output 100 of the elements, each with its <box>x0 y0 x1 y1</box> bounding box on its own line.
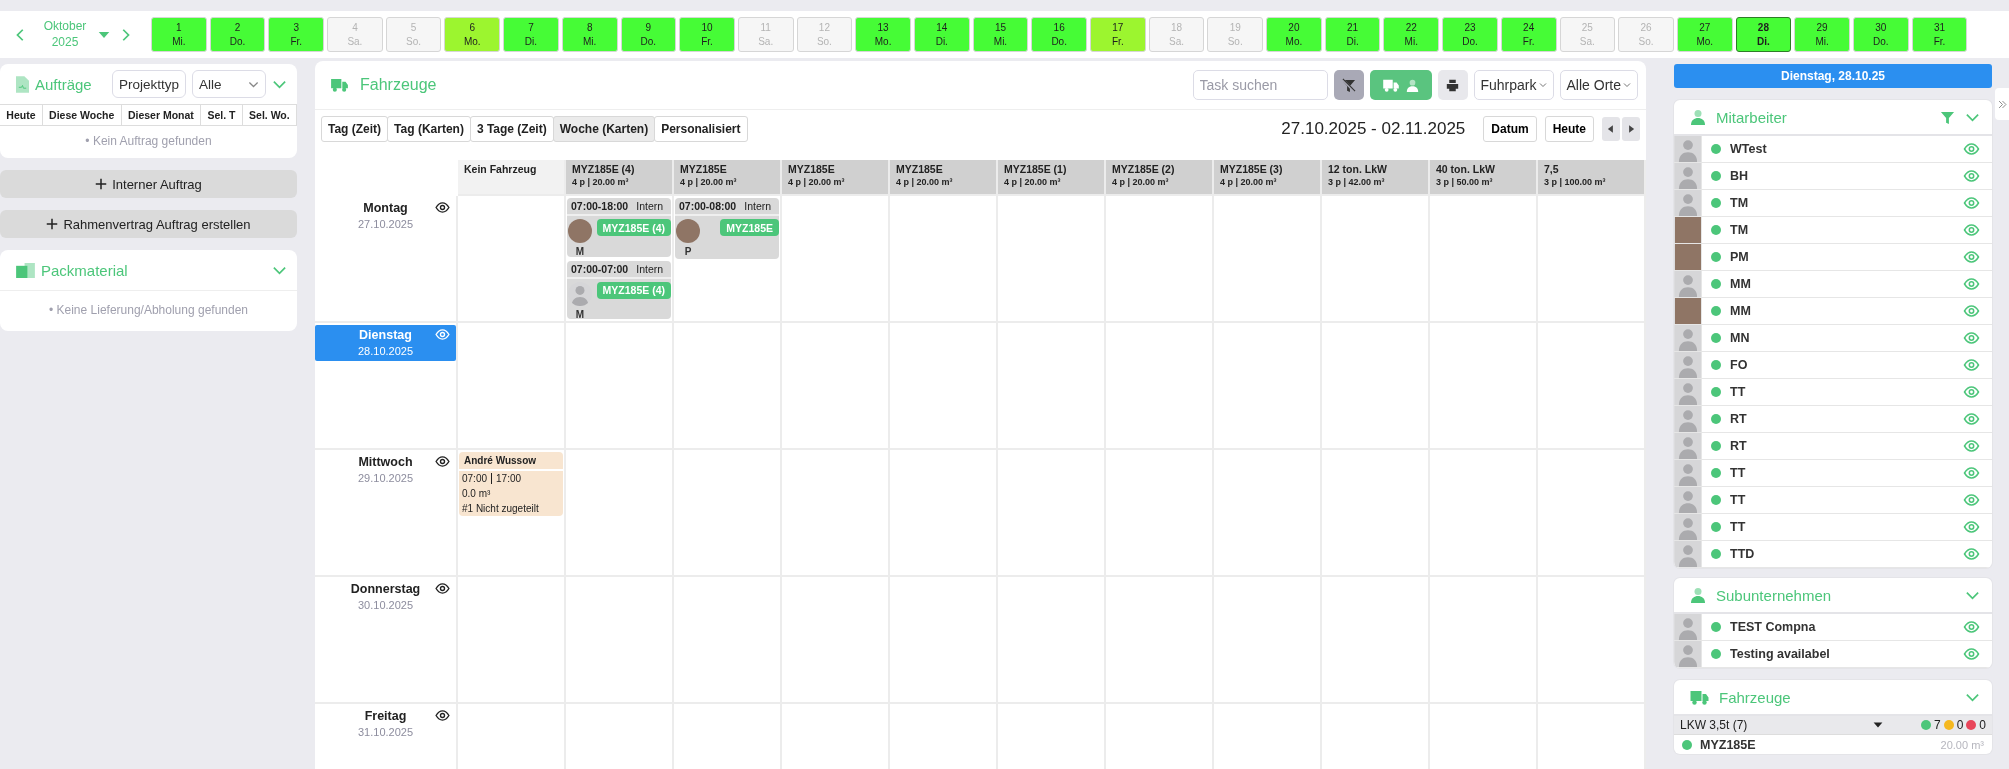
today-button[interactable]: Heute <box>1544 116 1594 142</box>
create-order-button[interactable]: Interner Auftrag <box>0 170 297 198</box>
day-cell[interactable]: 20 Mo. <box>1266 17 1322 52</box>
day-cell[interactable]: 22 Mi. <box>1383 17 1440 52</box>
print-button[interactable] <box>1437 70 1468 100</box>
person-name: RT <box>1730 439 1748 453</box>
list-row[interactable]: FO <box>1674 352 1992 379</box>
list-row[interactable]: TM <box>1674 217 1992 244</box>
list-row[interactable]: RT <box>1674 433 1992 460</box>
order-card[interactable]: André Wussow 07:00 17:00 0.0 m³ #1 Nicht zugeteilt <box>459 452 563 516</box>
fleet-select[interactable]: Fuhrpark <box>1473 70 1554 100</box>
date-button[interactable]: Datum <box>1483 116 1537 142</box>
previous-week-button[interactable] <box>1602 117 1620 141</box>
list-row[interactable]: MM <box>1674 298 1992 325</box>
next-week-button[interactable] <box>1622 117 1640 141</box>
day-cell[interactable]: 31 Fr. <box>1911 17 1968 52</box>
eye-icon <box>435 202 450 213</box>
filter-reset-button[interactable] <box>1333 70 1364 100</box>
day-cell[interactable]: 2 Do. <box>209 17 266 52</box>
list-row[interactable]: TT <box>1674 379 1992 406</box>
day-cell[interactable]: 24 Fr. <box>1500 17 1557 52</box>
task-card[interactable]: 07:00-18:00 Intern M MYZ185E (4) <box>567 198 671 257</box>
filter-icon <box>1940 109 1955 125</box>
panel-title: Aufträge <box>35 75 93 93</box>
project-type-select[interactable]: Projekttyp <box>111 70 186 98</box>
list-row[interactable]: TTD <box>1674 541 1992 568</box>
list-row[interactable]: TM <box>1674 190 1992 217</box>
day-cell[interactable]: 30 Do. <box>1852 17 1909 52</box>
day-cell[interactable]: 21 Di. <box>1324 17 1381 52</box>
eye-icon <box>1963 359 1980 371</box>
view-toggle-button[interactable] <box>1369 70 1432 100</box>
visibility-button[interactable] <box>435 456 450 467</box>
day-header[interactable]: Mittwoch 29.10.2025 <box>315 452 456 488</box>
list-row[interactable]: MN <box>1674 325 1992 352</box>
day-cell[interactable]: 6 Mo. <box>444 17 501 52</box>
day-cell[interactable]: 28 Di. <box>1735 17 1792 52</box>
status-select[interactable]: Alle <box>192 70 266 98</box>
list-row[interactable]: WTest <box>1674 136 1992 163</box>
day-cell[interactable]: 23 Do. <box>1442 17 1498 52</box>
day-header[interactable]: Montag 27.10.2025 <box>315 198 456 234</box>
day-cell[interactable]: 16 Do. <box>1031 17 1087 52</box>
day-cell[interactable]: 8 Mi. <box>561 17 618 52</box>
vehicle-capacity: 4 p | 20.00 m³ <box>572 177 630 187</box>
list-row[interactable]: MYZ185E 20.00 m³ <box>1674 735 1992 754</box>
location-select[interactable]: Alle Orte <box>1559 70 1638 100</box>
eye-icon <box>1963 278 1980 290</box>
vehicle-badge: MYZ185E (4) <box>596 281 671 299</box>
column-title: MYZ185E (4) <box>572 163 636 175</box>
list-row[interactable]: RT <box>1674 406 1992 433</box>
view-tab[interactable]: Tag (Zeit) <box>321 116 389 142</box>
eye-icon <box>1963 648 1980 660</box>
day-cell[interactable]: 7 Di. <box>503 17 559 52</box>
list-row[interactable]: TT <box>1674 460 1992 487</box>
vehicle-capacity: 4 p | 20.00 m³ <box>788 177 846 187</box>
list-row[interactable]: Testing availabel <box>1674 641 1992 668</box>
list-row[interactable]: TT <box>1674 487 1992 514</box>
vehicle-group-header[interactable]: LKW 3,5t (7) 7 0 0 <box>1674 716 1992 735</box>
eye-icon <box>435 583 450 594</box>
visibility-button[interactable] <box>435 202 450 213</box>
day-cell[interactable]: 15 Mi. <box>972 17 1029 52</box>
day-cell[interactable]: 9 Do. <box>620 17 677 52</box>
day-cell[interactable]: 14 Di. <box>913 17 970 52</box>
column-title: MYZ185E (3) <box>1220 163 1284 175</box>
truck-icon <box>331 78 348 92</box>
view-tab[interactable]: Personalisiert <box>654 116 748 142</box>
plus-icon <box>95 178 108 190</box>
day-cell[interactable]: 10 Fr. <box>679 17 735 52</box>
view-tab[interactable]: Tag (Karten) <box>387 116 471 142</box>
filter-off-icon <box>1341 77 1356 93</box>
vehicle-capacity: 4 p | 20.00 m³ <box>1220 177 1278 187</box>
list-row[interactable]: MM <box>1674 271 1992 298</box>
dropdown-caret-icon <box>1872 720 1883 730</box>
column-title: 12 ton. LkW <box>1328 163 1388 175</box>
visibility-button[interactable] <box>435 583 450 594</box>
day-cell[interactable]: 27 Mo. <box>1676 17 1733 52</box>
view-tab[interactable]: Woche (Karten) <box>552 116 656 142</box>
vehicle-capacity: 20.00 m³ <box>1940 738 1984 751</box>
task-type: Intern <box>636 200 664 212</box>
person-name: Testing availabel <box>1730 647 1831 661</box>
day-cell[interactable]: 17 Fr. <box>1090 17 1146 52</box>
day-cell[interactable]: 29 Mi. <box>1794 17 1850 52</box>
day-cell[interactable]: 3 Fr. <box>268 17 325 52</box>
day-cell[interactable]: 13 Mo. <box>855 17 911 52</box>
task-card[interactable]: 07:00-08:00 Intern P MYZ185E <box>675 198 779 259</box>
collapse-panel-button[interactable] <box>1995 88 2009 120</box>
list-row[interactable]: TEST Compna <box>1674 614 1992 641</box>
day-header[interactable]: Freitag 31.10.2025 <box>315 706 456 742</box>
task-card[interactable]: 07:00-07:00 Intern M MYZ185E (4) <box>567 260 671 319</box>
triangle-left-icon <box>1606 124 1616 134</box>
create-order-button[interactable]: Rahmenvertrag Auftrag erstellen <box>0 210 297 238</box>
search-field[interactable]: Task suchen <box>1192 70 1328 100</box>
view-tab[interactable]: 3 Tage (Zeit) <box>469 116 554 142</box>
day-cell[interactable]: 1 Mi. <box>151 17 207 52</box>
list-row[interactable]: PM <box>1674 244 1992 271</box>
employee-initial: M <box>575 246 585 257</box>
visibility-button[interactable] <box>435 710 450 721</box>
day-header[interactable]: Donnerstag 30.10.2025 <box>315 579 456 615</box>
list-row[interactable]: TT <box>1674 514 1992 541</box>
day-name: Montag <box>363 201 408 215</box>
list-row[interactable]: BH <box>1674 163 1992 190</box>
